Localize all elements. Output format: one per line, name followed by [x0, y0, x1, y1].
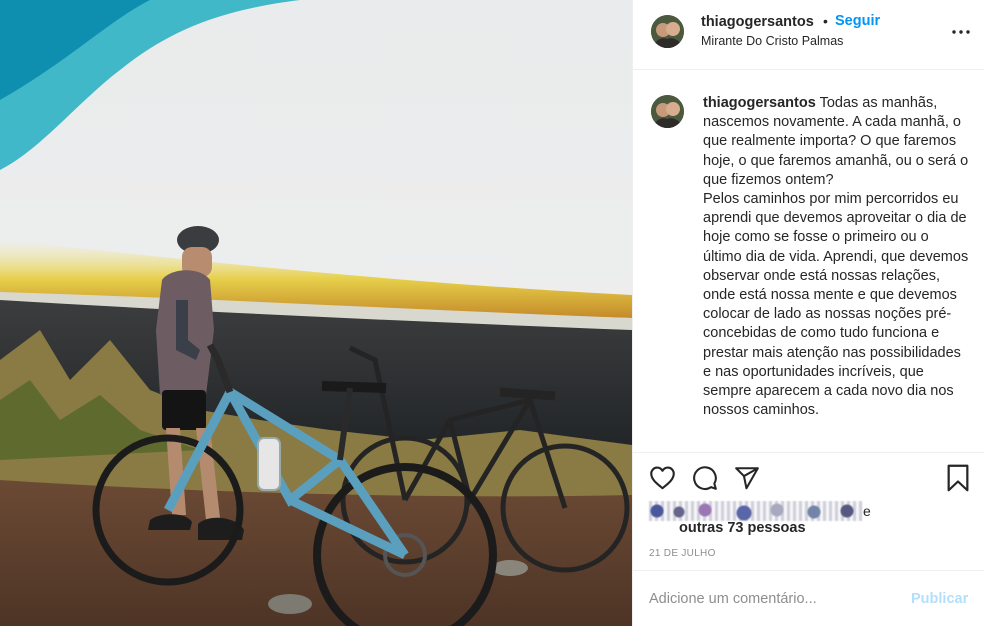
more-options-icon[interactable]	[949, 20, 973, 44]
add-comment-bar: Publicar	[633, 570, 984, 626]
post-header: thiagogersantos • Seguir Mirante Do Cris…	[633, 0, 984, 70]
post-date[interactable]: 21 DE JULHO	[649, 548, 716, 559]
separator-dot: •	[823, 13, 828, 29]
follow-button[interactable]: Seguir	[835, 13, 880, 29]
publish-button[interactable]: Publicar	[911, 591, 968, 607]
caption-text: Todas as manhãs, nascemos novamente. A c…	[703, 95, 969, 419]
heart-icon[interactable]	[649, 465, 676, 495]
likes-conjunction: e	[863, 503, 871, 519]
likes-count[interactable]: outras 73 pessoas	[679, 520, 806, 536]
post-side-panel: thiagogersantos • Seguir Mirante Do Cris…	[632, 0, 984, 626]
post-photo[interactable]	[0, 0, 632, 626]
post-actions: e outras 73 pessoas 21 DE JULHO	[633, 452, 984, 570]
avatar[interactable]	[651, 15, 684, 48]
bookmark-icon[interactable]	[946, 464, 970, 497]
sunrise-bikes-photo	[0, 0, 632, 626]
share-icon[interactable]	[734, 465, 760, 496]
blurred-likers	[649, 501, 863, 521]
comment-icon[interactable]	[692, 465, 718, 496]
post-caption: thiagogersantos Todas as manhãs, nascemo…	[703, 94, 971, 420]
caption-area: thiagogersantos Todas as manhãs, nascemo…	[633, 71, 984, 452]
caption-avatar[interactable]	[651, 95, 684, 128]
caption-username[interactable]: thiagogersantos	[703, 95, 816, 111]
post-location[interactable]: Mirante Do Cristo Palmas	[701, 34, 843, 48]
comment-input[interactable]	[649, 588, 889, 610]
author-username[interactable]: thiagogersantos	[701, 14, 814, 30]
